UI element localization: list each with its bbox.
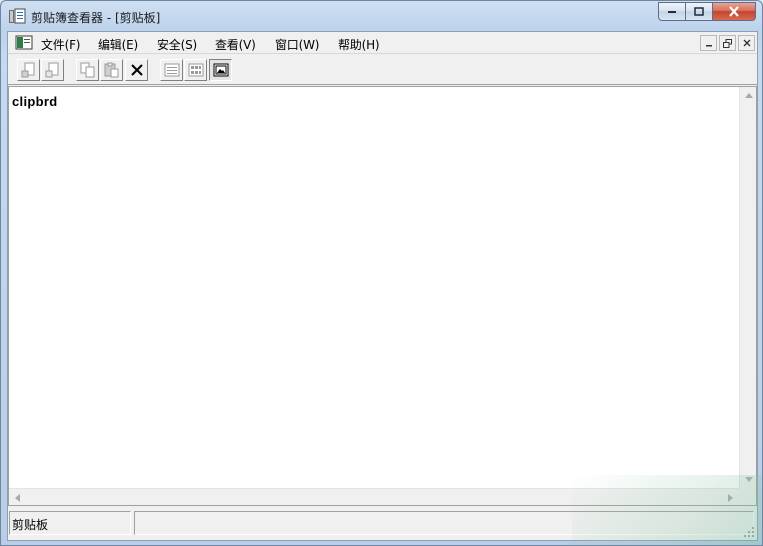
disconnect-button[interactable] (41, 59, 64, 81)
paste-button[interactable] (100, 59, 123, 81)
child-close-button[interactable] (738, 35, 755, 51)
clipboard-text: clipbrd (12, 94, 58, 109)
full-page-button[interactable] (209, 59, 232, 81)
status-panel-info (134, 511, 754, 535)
full-page-icon (213, 63, 228, 77)
child-restore-button[interactable] (719, 35, 736, 51)
menu-file[interactable]: 文件(F) (41, 36, 80, 53)
chevron-right-icon (728, 493, 733, 502)
thumbnails-icon (188, 63, 203, 77)
menu-edit[interactable]: 编辑(E) (98, 36, 138, 53)
vertical-scrollbar[interactable] (739, 87, 756, 488)
delete-button[interactable] (125, 59, 148, 81)
menu-help[interactable]: 帮助(H) (338, 36, 380, 53)
scroll-left-arrow[interactable] (9, 489, 26, 506)
paste-icon (104, 62, 118, 78)
window-frame: 剪贴簿查看器 - [剪贴板] 文件(F) 编辑(E) 安全(S) 查看(V) 窗… (0, 0, 763, 546)
minimize-icon (668, 10, 676, 13)
chevron-left-icon (15, 493, 20, 502)
close-icon (729, 6, 739, 17)
copy-button[interactable] (76, 59, 99, 81)
clipboard-content[interactable]: clipbrd (8, 86, 757, 506)
close-icon (743, 39, 750, 47)
scroll-right-arrow[interactable] (722, 489, 739, 506)
minimize-button[interactable] (658, 2, 685, 21)
close-button[interactable] (712, 2, 756, 21)
document-icon[interactable] (15, 35, 33, 50)
connect-button[interactable] (17, 59, 40, 81)
status-bar: 剪贴板 (8, 508, 757, 540)
maximize-icon (694, 7, 704, 16)
connect-icon (21, 62, 34, 78)
minimize-icon (705, 45, 712, 47)
scroll-up-arrow[interactable] (740, 87, 757, 104)
restore-icon (723, 38, 732, 48)
menu-window[interactable]: 窗口(W) (275, 36, 319, 53)
menu-bar: 文件(F) 编辑(E) 安全(S) 查看(V) 窗口(W) 帮助(H) (8, 32, 757, 54)
child-minimize-button[interactable] (700, 35, 717, 51)
scrollbar-corner (739, 488, 756, 505)
thumbnails-button[interactable] (184, 59, 207, 81)
toolbar (8, 55, 757, 85)
status-panel-clipboard: 剪贴板 (9, 511, 131, 535)
title-bar[interactable]: 剪贴簿查看器 - [剪贴板] (1, 1, 762, 31)
delete-icon (130, 64, 143, 76)
clipbook-icon (8, 8, 26, 24)
horizontal-scrollbar[interactable] (9, 488, 739, 505)
maximize-button[interactable] (685, 2, 712, 21)
disconnect-icon (45, 62, 58, 78)
menu-view[interactable]: 查看(V) (215, 36, 256, 53)
child-window-buttons (700, 35, 755, 51)
scroll-down-arrow[interactable] (740, 471, 757, 488)
table-of-contents-button[interactable] (160, 59, 183, 81)
resize-grip-icon[interactable] (741, 524, 755, 538)
window-title: 剪贴簿查看器 - [剪贴板] (31, 11, 161, 25)
caption-buttons (658, 2, 756, 22)
table-of-contents-icon (164, 63, 179, 77)
menu-security[interactable]: 安全(S) (157, 36, 197, 53)
mdi-client: 文件(F) 编辑(E) 安全(S) 查看(V) 窗口(W) 帮助(H) clip… (7, 31, 758, 541)
chevron-down-icon (744, 477, 753, 482)
copy-icon (80, 62, 94, 78)
chevron-up-icon (744, 93, 753, 98)
